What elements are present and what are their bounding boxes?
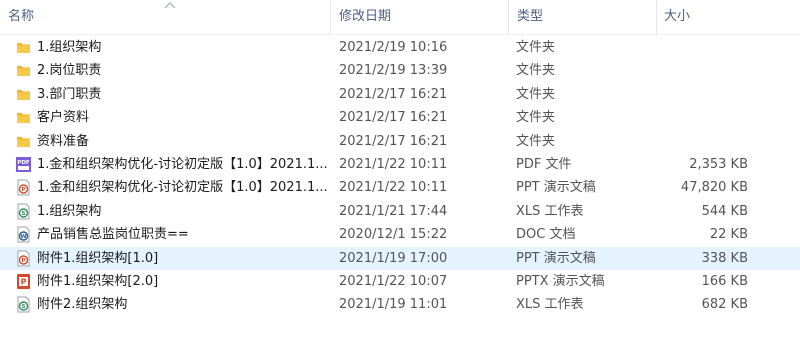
svg-text:P: P	[21, 258, 25, 264]
file-name: 产品销售总监岗位职责==	[37, 227, 189, 243]
pdf-icon: PDF	[15, 153, 33, 176]
file-size: 544 KB	[701, 203, 748, 219]
file-size: 2,353 KB	[689, 156, 748, 172]
file-explorer-list-view: 名称 修改日期 类型 大小 1.组织架构 2021/2/19 10:16 文件夹 2.…	[0, 0, 800, 338]
file-size: 338 KB	[701, 250, 748, 266]
file-row[interactable]: W 产品销售总监岗位职责== 2020/12/1 15:22 DOC 文档 22 KB	[0, 223, 800, 246]
file-list: 1.组织架构 2021/2/19 10:16 文件夹 2.岗位职责 2021/2/19 …	[0, 36, 800, 317]
file-name: 1.金和组织架构优化-讨论初定版【1.0】2021.1...	[37, 180, 327, 196]
file-date-modified: 2021/2/17 16:21	[339, 133, 448, 149]
file-type: PPTX 演示文稿	[516, 273, 605, 289]
folder-icon	[15, 106, 33, 129]
file-date-modified: 2021/1/22 10:11	[339, 156, 448, 172]
file-size: 166 KB	[701, 273, 748, 289]
file-row[interactable]: 1.组织架构 2021/2/19 10:16 文件夹	[0, 36, 800, 59]
folder-icon	[15, 36, 33, 59]
svg-text:W: W	[20, 234, 26, 240]
file-type: 文件夹	[516, 86, 556, 102]
file-type: XLS 工作表	[516, 297, 584, 313]
svg-text:P: P	[21, 277, 27, 286]
file-type: 文件夹	[516, 110, 556, 126]
folder-icon	[15, 59, 33, 82]
file-size	[660, 106, 748, 129]
file-row[interactable]: P 1.金和组织架构优化-讨论初定版【1.0】2021.1... 2021/1/22…	[0, 176, 800, 199]
file-type: DOC 文档	[516, 227, 576, 243]
file-date-modified: 2021/1/21 17:44	[339, 203, 448, 219]
file-name: 3.部门职责	[37, 86, 102, 102]
file-name: 1.金和组织架构优化-讨论初定版【1.0】2021.1...	[37, 156, 327, 172]
doc-icon: W	[15, 223, 33, 246]
file-size	[660, 36, 748, 59]
file-name: 资料准备	[37, 133, 90, 149]
file-name: 附件1.组织架构[1.0]	[37, 250, 159, 266]
file-type: 文件夹	[516, 133, 556, 149]
file-row[interactable]: 3.部门职责 2021/2/17 16:21 文件夹	[0, 83, 800, 106]
file-row[interactable]: PDF 1.金和组织架构优化-讨论初定版【1.0】2021.1... 2021/1/…	[0, 153, 800, 176]
file-size	[660, 83, 748, 106]
file-name: 客户资料	[37, 110, 90, 126]
file-date-modified: 2021/1/19 17:00	[339, 250, 448, 266]
file-date-modified: 2021/1/19 11:01	[339, 297, 448, 313]
column-header-size[interactable]: 大小	[657, 0, 800, 34]
column-header-type[interactable]: 类型	[509, 0, 656, 34]
xls-icon: S	[15, 200, 33, 223]
file-date-modified: 2020/12/1 15:22	[339, 227, 448, 243]
ppt-icon: P	[15, 176, 33, 199]
file-type: 文件夹	[516, 63, 556, 79]
column-header-name[interactable]: 名称	[0, 0, 330, 34]
file-size	[660, 59, 748, 82]
folder-icon	[15, 83, 33, 106]
file-date-modified: 2021/2/17 16:21	[339, 86, 448, 102]
file-row[interactable]: 客户资料 2021/2/17 16:21 文件夹	[0, 106, 800, 129]
file-type: PPT 演示文稿	[516, 180, 596, 196]
file-date-modified: 2021/1/22 10:11	[339, 180, 448, 196]
pptx-icon: P	[15, 270, 33, 293]
file-size: 682 KB	[701, 297, 748, 313]
file-row[interactable]: S 附件2.组织架构 2021/1/19 11:01 XLS 工作表 682 KB	[0, 293, 800, 316]
file-type: XLS 工作表	[516, 203, 584, 219]
file-date-modified: 2021/2/19 13:39	[339, 63, 448, 79]
file-row[interactable]: P 附件1.组织架构[1.0] 2021/1/19 17:00 PPT 演示文稿 338…	[0, 246, 800, 270]
file-name: 2.岗位职责	[37, 63, 102, 79]
file-type: PDF 文件	[516, 156, 572, 172]
xls-icon: S	[15, 293, 33, 316]
file-size: 47,820 KB	[680, 180, 748, 196]
file-name: 1.组织架构	[37, 203, 102, 219]
file-type: PPT 演示文稿	[516, 250, 596, 266]
file-type: 文件夹	[516, 40, 556, 55]
svg-text:PDF: PDF	[17, 160, 30, 166]
file-row[interactable]: P 附件1.组织架构[2.0] 2021/1/22 10:07 PPTX 演示文稿 16…	[0, 270, 800, 293]
file-date-modified: 2021/2/17 16:21	[339, 110, 448, 126]
file-name: 附件2.组织架构	[37, 297, 128, 313]
file-size	[660, 130, 748, 153]
column-header-date-modified[interactable]: 修改日期	[331, 0, 508, 34]
svg-text:S: S	[22, 304, 26, 310]
svg-text:S: S	[22, 211, 26, 217]
file-date-modified: 2021/1/22 10:07	[339, 273, 448, 289]
file-name: 1.组织架构	[37, 40, 102, 55]
file-size: 22 KB	[709, 227, 748, 243]
svg-text:P: P	[21, 187, 25, 193]
ppt-icon: P	[15, 247, 33, 270]
file-row[interactable]: S 1.组织架构 2021/1/21 17:44 XLS 工作表 544 KB	[0, 200, 800, 223]
file-name: 附件1.组织架构[2.0]	[37, 273, 159, 289]
file-row[interactable]: 资料准备 2021/2/17 16:21 文件夹	[0, 130, 800, 153]
column-header-bar: 名称 修改日期 类型 大小	[0, 0, 800, 35]
file-date-modified: 2021/2/19 10:16	[339, 40, 448, 55]
folder-icon	[15, 130, 33, 153]
file-row[interactable]: 2.岗位职责 2021/2/19 13:39 文件夹	[0, 59, 800, 82]
